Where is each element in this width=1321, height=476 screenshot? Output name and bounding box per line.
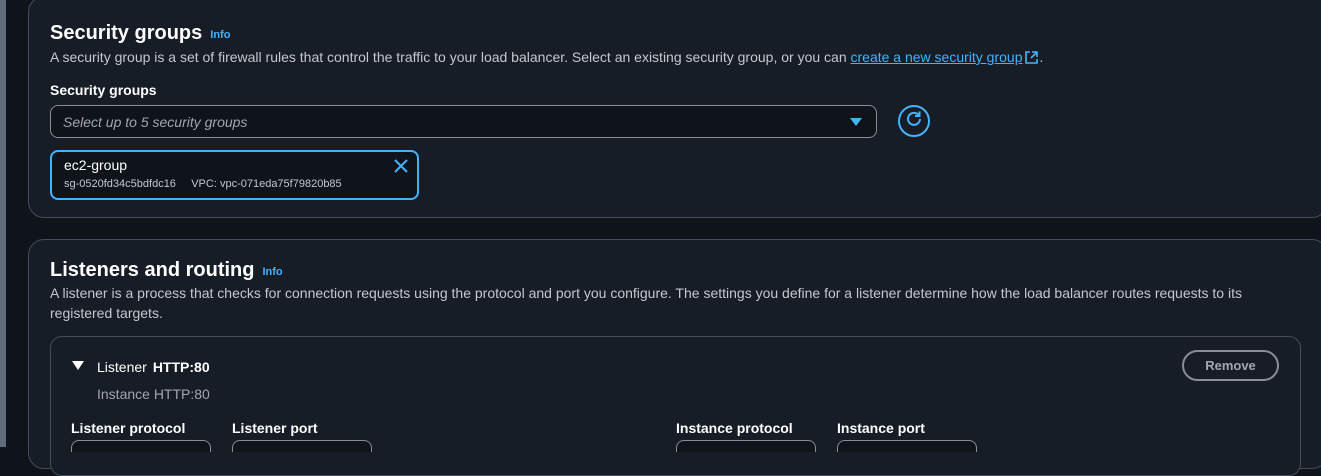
refresh-icon [905, 110, 923, 133]
external-link-icon [1024, 50, 1039, 70]
listener-port-input[interactable] [232, 440, 372, 452]
remove-listener-button[interactable]: Remove [1182, 350, 1279, 381]
token-group-id: sg-0520fd34c5bdfdc16 [64, 178, 176, 190]
remove-token-close-icon[interactable] [393, 158, 409, 179]
listener-name: HTTP:80 [152, 359, 210, 375]
token-group-name: ec2-group [64, 157, 128, 173]
instance-protocol-label: Instance protocol [676, 420, 793, 436]
security-groups-field-label: Security groups [50, 82, 157, 98]
security-groups-heading: Security groups Info [50, 22, 230, 45]
listeners-routing-info-link[interactable]: Info [262, 266, 282, 278]
left-scroll-edge [0, 0, 6, 447]
security-groups-description-end: . [1039, 49, 1044, 65]
token-group-details: sg-0520fd34c5bdfdc16 VPC: vpc-071eda75f7… [64, 178, 342, 190]
listener-container: Listener HTTP:80 Instance HTTP:80 Remove … [50, 336, 1301, 476]
security-groups-description: A security group is a set of firewall ru… [50, 47, 1300, 70]
security-groups-info-link[interactable]: Info [210, 29, 230, 41]
listener-label: Listener [97, 359, 147, 375]
listeners-routing-heading: Listeners and routing Info [50, 259, 283, 282]
listeners-routing-panel: Listeners and routing Info A listener is … [28, 239, 1321, 476]
instance-port-input[interactable] [837, 440, 977, 452]
listener-port-label: Listener port [232, 420, 318, 436]
listener-protocol-select[interactable] [71, 440, 211, 452]
expand-triangle-icon[interactable] [72, 361, 84, 370]
security-groups-description-text: A security group is a set of firewall ru… [50, 49, 851, 65]
instance-protocol-select[interactable] [676, 440, 816, 452]
refresh-button[interactable] [898, 105, 930, 137]
caret-down-icon [850, 118, 862, 126]
security-groups-select-placeholder: Select up to 5 security groups [63, 114, 248, 130]
listener-subtitle: Instance HTTP:80 [97, 386, 210, 402]
token-group-vpc: VPC: vpc-071eda75f79820b85 [191, 178, 342, 190]
security-groups-title: Security groups [50, 22, 203, 44]
listener-protocol-label: Listener protocol [71, 420, 186, 436]
listeners-routing-title: Listeners and routing [50, 259, 255, 281]
instance-port-label: Instance port [837, 420, 925, 436]
security-groups-panel: Security groups Info A security group is … [28, 0, 1321, 218]
listeners-routing-description: A listener is a process that checks for … [50, 285, 1242, 321]
create-security-group-link[interactable]: create a new security group [851, 49, 1023, 65]
listener-header[interactable]: Listener HTTP:80 [97, 359, 210, 375]
security-groups-select[interactable]: Select up to 5 security groups [50, 105, 877, 138]
selected-security-group-token: ec2-group sg-0520fd34c5bdfdc16 VPC: vpc-… [50, 150, 419, 200]
